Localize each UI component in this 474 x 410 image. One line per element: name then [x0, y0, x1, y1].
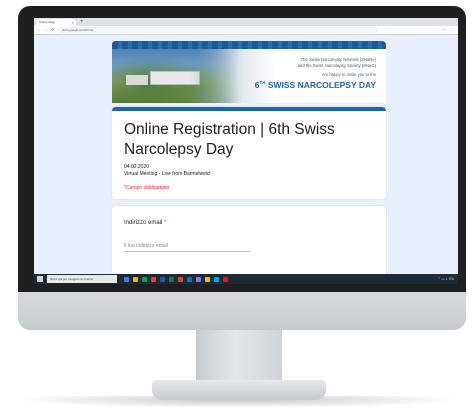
- file-explorer-icon[interactable]: [133, 276, 138, 282]
- tab-title: Online Regi...: [39, 20, 58, 24]
- required-star: *: [162, 220, 167, 226]
- banner-invite: Are happy to invite you to the: [321, 72, 376, 77]
- excel-icon[interactable]: [169, 276, 174, 282]
- teams-icon[interactable]: [196, 276, 201, 282]
- monitor-stand-foot: [152, 380, 326, 400]
- windows-start-icon[interactable]: [37, 276, 43, 282]
- event-description: Virtual Meeting - Live from Barmelweid: [124, 171, 210, 177]
- app-icon[interactable]: [214, 276, 219, 282]
- browser-tab[interactable]: Online Regi... ×: [36, 19, 76, 26]
- required-note: *Campo obbligatorio: [124, 185, 170, 191]
- outlook-icon[interactable]: [187, 276, 192, 282]
- monitor-chin: [18, 292, 466, 330]
- event-banner: The Swiss Narcolepsy Network (SNaNe) and…: [112, 41, 386, 103]
- taskbar-search[interactable]: Scrivi qui per eseguire la ricerca: [47, 275, 117, 283]
- app-icon[interactable]: [205, 276, 210, 282]
- windows-taskbar: Scrivi qui per eseguire la ricerca ⌃ ▭ ◗…: [34, 274, 458, 284]
- browser-toolbar: ← → ⟳ ⌂ docs.google.com/forms ☆ ⋮: [34, 26, 458, 35]
- form-header-card: Online Registration | 6th Swiss Narcolep…: [112, 107, 386, 199]
- chrome-icon[interactable]: [142, 276, 147, 282]
- email-label-text: Indirizzo email: [124, 220, 163, 226]
- powerpoint-icon[interactable]: [178, 276, 183, 282]
- email-label: Indirizzo email *: [124, 220, 166, 226]
- form-title: Online Registration | 6th Swiss Narcolep…: [124, 121, 335, 158]
- browser-tab-bar: Online Regi... × +: [34, 18, 458, 26]
- building-image: [126, 75, 148, 85]
- circuit-pattern: [112, 41, 386, 49]
- building-image: [150, 71, 200, 85]
- task-view-icon[interactable]: [124, 276, 129, 282]
- browser-menu-icons[interactable]: ☆ ⋮: [442, 26, 454, 34]
- address-bar[interactable]: docs.google.com/forms: [58, 27, 378, 33]
- app-icon[interactable]: [223, 276, 228, 282]
- banner-organizers: The Swiss Narcolepsy Network (SNaNe) and…: [256, 57, 376, 68]
- close-icon[interactable]: ×: [72, 19, 74, 26]
- form-page: The Swiss Narcolepsy Network (SNaNe) and…: [34, 35, 458, 274]
- banner-title: 6TH SWISS NARCOLEPSY DAY: [196, 80, 376, 90]
- new-tab-icon[interactable]: +: [80, 18, 84, 26]
- banner-title-text: SWISS NARCOLEPSY DAY: [265, 80, 376, 90]
- email-field[interactable]: [124, 241, 250, 252]
- system-tray[interactable]: ⌃ ▭ ◗ ITA: [438, 274, 454, 284]
- word-icon[interactable]: [160, 276, 165, 282]
- banner-line-2: and the Swiss Narcolepsy Society (SNaG): [297, 62, 376, 68]
- monitor-screen: Online Regi... × + ← → ⟳ ⌂ docs.google.c…: [34, 18, 458, 284]
- app-icon[interactable]: [151, 276, 156, 282]
- email-question-card: Indirizzo email *: [112, 206, 386, 274]
- monitor-stand-neck: [196, 330, 282, 382]
- event-date: 04.02.2020: [124, 164, 150, 170]
- taskbar-apps: [124, 274, 232, 284]
- clinic-photo: [112, 41, 242, 103]
